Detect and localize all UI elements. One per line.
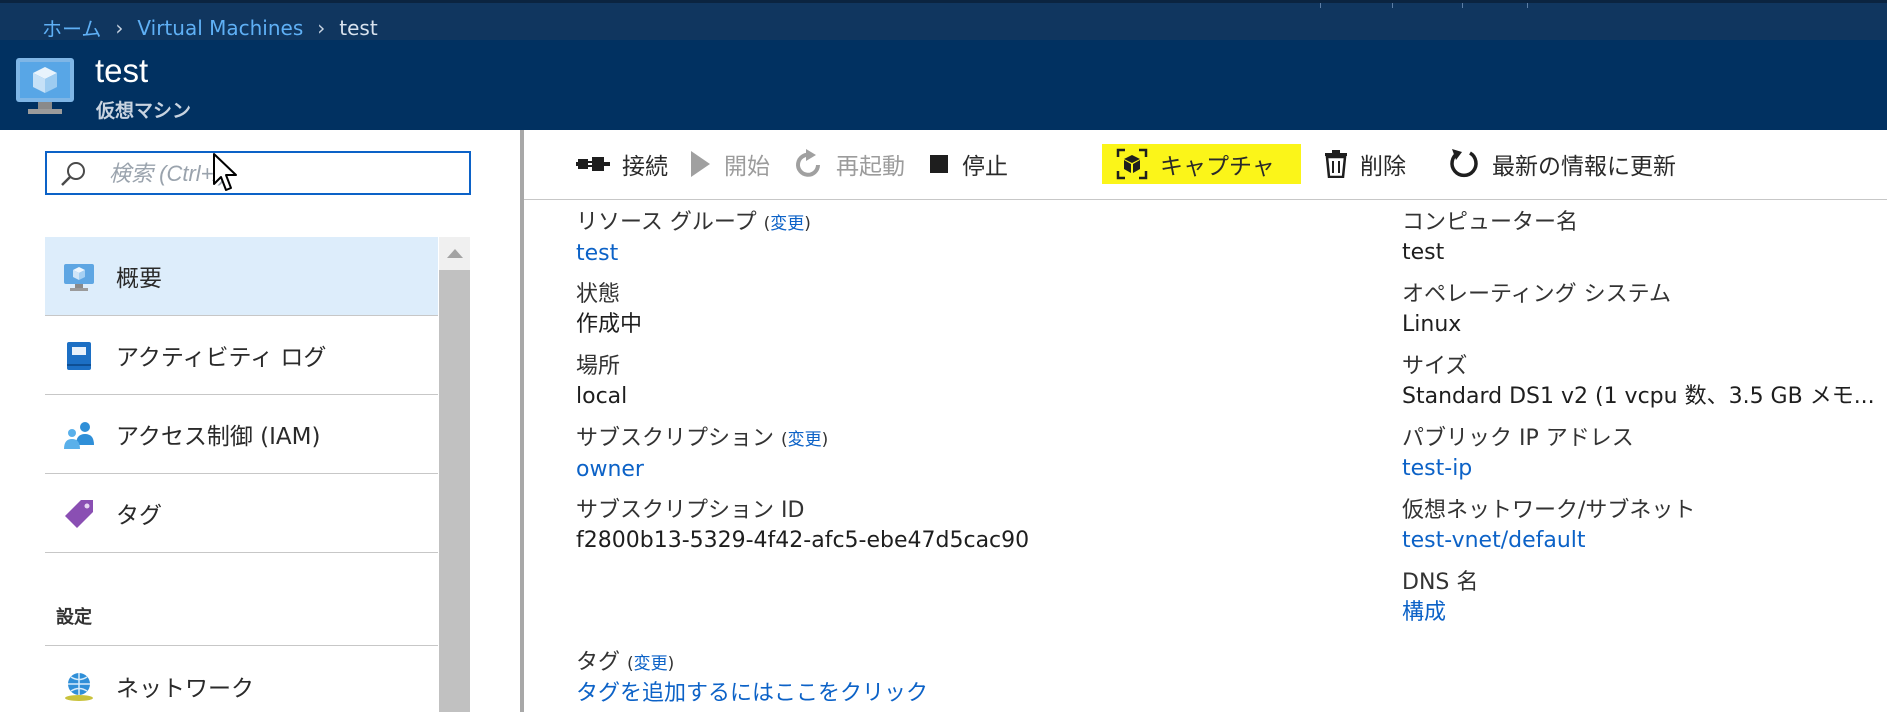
sidebar-item-label: アクセス制御 (IAM) (116, 424, 321, 450)
sidebar-item-label: アクティビティ ログ (116, 345, 327, 371)
computer-name-field: コンピューター名 test (1402, 208, 1578, 268)
page-subtitle: 仮想マシン (96, 100, 192, 122)
resource-group-link[interactable]: test (576, 239, 811, 269)
location-value: local (576, 384, 628, 409)
subscription-id-label: サブスクリプション ID (576, 498, 805, 523)
subscription-field: サブスクリプション (変更) owner (576, 424, 828, 485)
resource-header: test 仮想マシン (0, 40, 1887, 130)
connect-button[interactable]: 接続 (576, 144, 668, 184)
os-label: オペレーティング システム (1402, 282, 1672, 307)
status-label: 状態 (576, 282, 621, 307)
restart-label: 再起動 (836, 154, 905, 180)
play-icon (691, 151, 710, 177)
trash-icon (1325, 150, 1347, 178)
tags-change-link[interactable]: 変更 (634, 654, 668, 674)
restart-button[interactable]: 再起動 (794, 144, 905, 184)
location-label: 場所 (576, 354, 621, 379)
subscription-id-field: サブスクリプション ID f2800b13-5329-4f42-afc5-ebe… (576, 496, 1029, 556)
location-field: 場所 local (576, 352, 627, 412)
public-ip-label: パブリック IP アドレス (1402, 426, 1634, 451)
vnet-link[interactable]: test-vnet/default (1402, 526, 1695, 556)
connect-label: 接続 (622, 154, 668, 180)
sidebar: 概要 アクティビティ ログ アクセス制御 (IAM) タグ (0, 130, 520, 712)
resource-group-change-link[interactable]: 変更 (770, 214, 804, 234)
resource-group-label: リソース グループ (変更) (576, 210, 811, 235)
search-box[interactable] (45, 151, 471, 195)
subscription-id-value: f2800b13-5329-4f42-afc5-ebe47d5cac90 (576, 528, 1030, 553)
os-field: オペレーティング システム Linux (1402, 280, 1671, 340)
mouse-cursor-icon (213, 153, 237, 191)
scroll-up-arrow-icon[interactable] (439, 237, 470, 270)
delete-label: 削除 (1360, 154, 1406, 180)
subscription-label: サブスクリプション (変更) (576, 426, 829, 451)
dns-field: DNS 名 構成 (1402, 568, 1478, 628)
subscription-link[interactable]: owner (576, 455, 828, 485)
sidebar-item-tags[interactable]: タグ (45, 474, 438, 553)
status-value: 作成中 (576, 312, 643, 337)
capture-label: キャプチャ (1160, 154, 1275, 180)
vnet-field: 仮想ネットワーク/サブネット test-vnet/default (1402, 496, 1695, 556)
tags-field: タグ (変更) タグを追加するにはここをクリック (576, 648, 928, 709)
sidebar-item-overview[interactable]: 概要 (45, 237, 438, 316)
computer-name-label: コンピューター名 (1402, 210, 1579, 235)
capture-button[interactable]: キャプチャ (1102, 144, 1301, 184)
breadcrumb-vms-link[interactable]: Virtual Machines (137, 16, 303, 40)
network-icon (65, 673, 93, 701)
status-field: 状態 作成中 (576, 280, 642, 340)
size-label: サイズ (1402, 354, 1468, 379)
search-icon (61, 162, 85, 186)
sidebar-item-access-control[interactable]: アクセス制御 (IAM) (45, 395, 438, 474)
search-input[interactable] (109, 161, 449, 187)
iam-icon (64, 422, 94, 449)
size-field: サイズ Standard DS1 v2 (1 vcpu 数、3.5 GB メモ.… (1402, 352, 1875, 412)
essentials-panel: リソース グループ (変更) test 状態 作成中 場所 local サブスク… (524, 200, 1887, 712)
stop-icon (930, 155, 948, 173)
stop-label: 停止 (962, 154, 1008, 180)
stop-button[interactable]: 停止 (928, 144, 1008, 184)
sidebar-item-activity-log[interactable]: アクティビティ ログ (45, 316, 438, 395)
sidebar-scrollbar[interactable] (439, 237, 470, 712)
breadcrumb-chevron-icon: › (317, 15, 326, 40)
connect-plug-icon (576, 157, 610, 171)
restart-icon (796, 149, 820, 177)
virtual-machine-icon (16, 58, 74, 114)
tags-label: タグ (変更) (576, 650, 675, 675)
delete-button[interactable]: 削除 (1324, 144, 1406, 184)
start-button[interactable]: 開始 (688, 144, 770, 184)
section-label: 設定 (56, 607, 92, 628)
computer-name-value: test (1402, 240, 1445, 265)
sidebar-item-label: タグ (116, 503, 162, 529)
refresh-button[interactable]: 最新の情報に更新 (1448, 144, 1676, 184)
os-value: Linux (1402, 312, 1462, 337)
subscription-change-link[interactable]: 変更 (788, 430, 822, 450)
activity-log-icon (67, 342, 91, 370)
add-tags-link[interactable]: タグを追加するにはここをクリック (576, 679, 928, 709)
vm-overview-icon (64, 264, 94, 291)
capture-icon (1116, 148, 1148, 180)
tag-icon (65, 500, 93, 528)
sidebar-section-settings: 設定 (45, 553, 438, 646)
public-ip-link[interactable]: test-ip (1402, 454, 1634, 484)
sidebar-nav: 概要 アクティビティ ログ アクセス制御 (IAM) タグ 設定 ネットワーク (45, 237, 438, 712)
public-ip-field: パブリック IP アドレス test-ip (1402, 424, 1634, 484)
sidebar-item-label: 概要 (116, 266, 162, 292)
breadcrumb-chevron-icon: › (115, 15, 124, 40)
breadcrumb-current: test (339, 15, 378, 40)
size-value: Standard DS1 v2 (1 vcpu 数、3.5 GB メモ... (1402, 384, 1875, 409)
dns-configure-link[interactable]: 構成 (1402, 598, 1478, 628)
sidebar-item-network[interactable]: ネットワーク (45, 646, 438, 712)
breadcrumb-home-link[interactable]: ホーム (42, 13, 101, 42)
refresh-icon (1450, 149, 1478, 178)
sidebar-item-label: ネットワーク (116, 675, 254, 702)
start-label: 開始 (724, 154, 770, 180)
breadcrumb: ホーム › Virtual Machines › test (42, 13, 378, 42)
top-bar: ホーム › Virtual Machines › test (0, 0, 1887, 42)
vnet-label: 仮想ネットワーク/サブネット (1402, 498, 1696, 523)
dns-label: DNS 名 (1402, 570, 1479, 595)
refresh-label: 最新の情報に更新 (1492, 154, 1676, 180)
page-title: test (95, 52, 149, 89)
resource-group-field: リソース グループ (変更) test (576, 208, 811, 269)
command-bar: 接続 開始 再起動 停止 キャプチャ 削除 最新の情報に更新 (524, 130, 1887, 200)
